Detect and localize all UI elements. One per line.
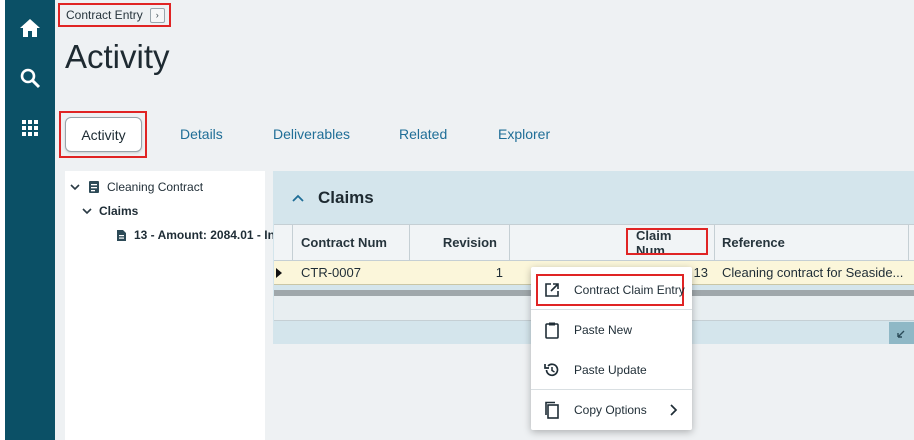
menu-item-copy-options[interactable]: Copy Options xyxy=(531,390,692,430)
cell-contract-num[interactable]: CTR-0007 xyxy=(301,261,401,284)
column-header-contract-num[interactable]: Contract Num xyxy=(301,225,396,260)
contract-icon xyxy=(88,180,100,194)
menu-item-label: Paste Update xyxy=(574,363,647,377)
clipboard-icon xyxy=(543,321,561,339)
claims-header[interactable]: Claims xyxy=(273,171,914,224)
column-header-reference[interactable]: Reference xyxy=(722,225,842,260)
context-menu: Contract Claim Entry Paste New Paste Upd… xyxy=(531,267,692,430)
chevron-down-icon[interactable] xyxy=(70,182,80,192)
history-icon xyxy=(543,361,561,379)
tab-deliverables[interactable]: Deliverables xyxy=(273,126,350,142)
menu-item-label: Contract Claim Entry xyxy=(574,283,685,297)
menu-item-label: Paste New xyxy=(574,323,633,337)
claims-title: Claims xyxy=(318,187,374,207)
chevron-down-icon[interactable] xyxy=(82,206,92,216)
chevron-right-icon xyxy=(670,404,678,419)
breadcrumb[interactable]: Contract Entry › xyxy=(58,3,171,27)
row-indicator-icon xyxy=(276,261,288,284)
tab-related[interactable]: Related xyxy=(399,126,447,142)
tree-leaf-label: 13 - Amount: 2084.01 - Inv xyxy=(134,228,282,242)
tab-details[interactable]: Details xyxy=(180,126,223,142)
tree-node-root[interactable]: Cleaning Contract xyxy=(70,180,203,194)
home-icon[interactable] xyxy=(18,16,42,40)
copy-icon xyxy=(543,401,561,419)
tree-panel: Cleaning Contract Claims 13 - Amount: 20… xyxy=(65,171,282,440)
claim-num-highlight xyxy=(626,228,708,255)
tree-root-label: Cleaning Contract xyxy=(107,180,204,194)
rail-edge xyxy=(0,0,5,440)
grid-header-row: Contract Num Revision Claim Num Referenc… xyxy=(274,224,914,261)
tree-group-label: Claims xyxy=(99,204,139,218)
tab-explorer[interactable]: Explorer xyxy=(498,126,550,142)
tree-node-claim-13[interactable]: 13 - Amount: 2084.01 - Inv xyxy=(116,228,282,242)
resize-icon[interactable] xyxy=(889,322,914,344)
menu-item-label: Copy Options xyxy=(574,403,647,417)
open-external-icon xyxy=(543,281,561,299)
menu-item-contract-claim-entry[interactable]: Contract Claim Entry xyxy=(531,270,692,310)
breadcrumb-chevron-right-icon[interactable]: › xyxy=(149,7,165,23)
tab-activity[interactable]: Activity xyxy=(65,117,142,152)
search-icon[interactable] xyxy=(18,66,42,90)
page-title: Activity xyxy=(65,38,170,75)
breadcrumb-label[interactable]: Contract Entry xyxy=(66,8,143,22)
cell-revision[interactable]: 1 xyxy=(414,261,503,284)
chevron-up-icon[interactable] xyxy=(292,194,304,202)
apps-grid-icon[interactable] xyxy=(18,116,42,140)
left-navigation-rail xyxy=(0,0,55,440)
grid-divider xyxy=(908,224,909,261)
cell-reference[interactable]: Cleaning contract for Seaside... xyxy=(722,261,910,284)
menu-item-paste-update[interactable]: Paste Update xyxy=(531,350,692,390)
menu-item-paste-new[interactable]: Paste New xyxy=(531,310,692,350)
tree-node-claims[interactable]: Claims xyxy=(82,204,138,218)
document-icon xyxy=(116,229,127,242)
